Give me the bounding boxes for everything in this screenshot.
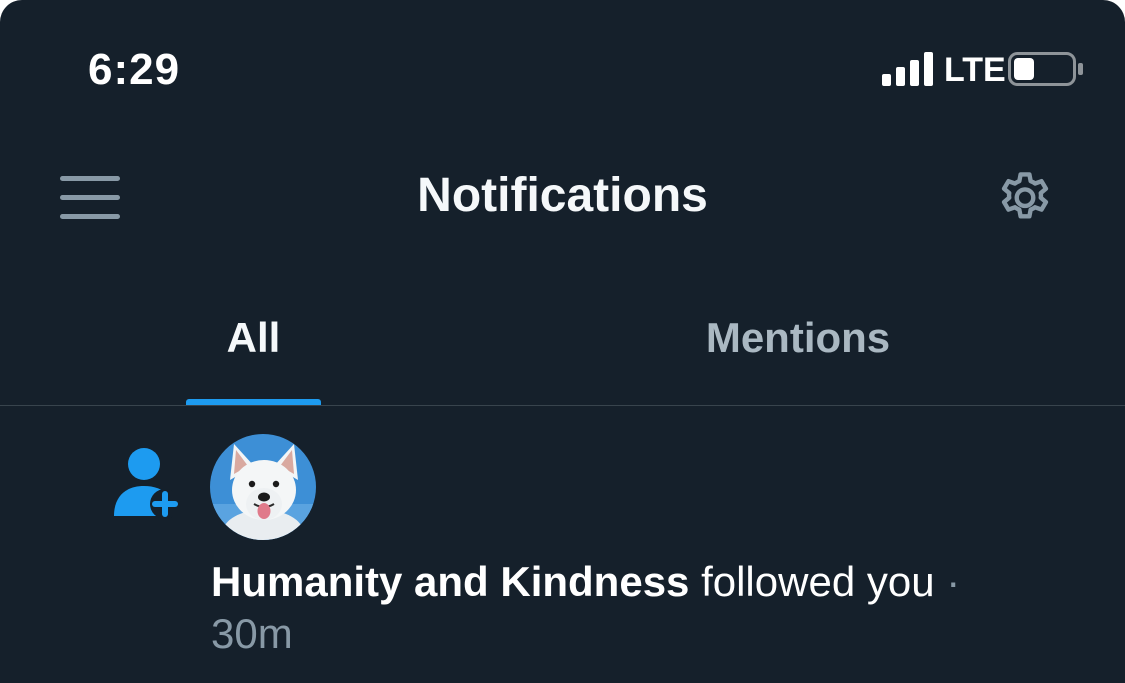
notifications-screen: 6:29 LTE Notifications All Mentions Huma… bbox=[0, 0, 1125, 683]
actor-name[interactable]: Humanity and Kindness bbox=[211, 558, 689, 605]
network-type: LTE bbox=[944, 51, 1006, 89]
status-time: 6:29 bbox=[88, 45, 181, 94]
notification-item[interactable]: Humanity and Kindness followed you · 30m bbox=[0, 406, 1125, 683]
page-title: Notifications bbox=[417, 169, 708, 222]
signal-strength-icon bbox=[882, 52, 933, 86]
battery-icon bbox=[1008, 52, 1083, 86]
notification-time: 30m bbox=[211, 610, 293, 657]
tab-all[interactable]: All bbox=[186, 306, 321, 406]
follow-person-plus-icon bbox=[114, 448, 180, 519]
tab-mentions[interactable]: Mentions bbox=[660, 306, 936, 406]
avatar[interactable] bbox=[210, 434, 316, 540]
separator-dot: · bbox=[946, 558, 961, 605]
notification-action: followed you bbox=[701, 558, 935, 605]
white-dog-avatar bbox=[210, 434, 316, 540]
notification-text: Humanity and Kindness followed you · 30m bbox=[211, 556, 1071, 660]
battery-fill bbox=[1014, 58, 1034, 80]
gear-icon[interactable] bbox=[994, 168, 1056, 230]
